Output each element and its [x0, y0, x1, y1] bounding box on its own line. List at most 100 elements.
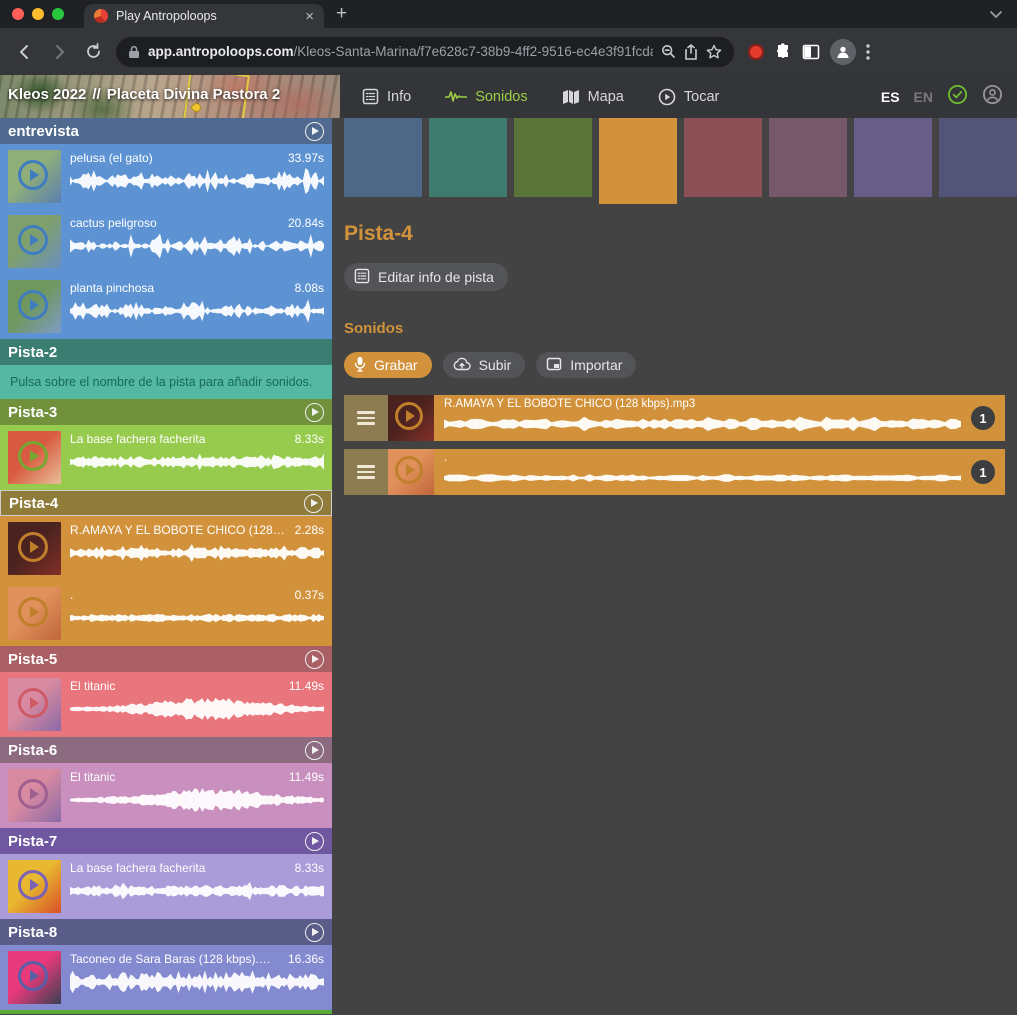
- track-header[interactable]: Pista-5: [0, 646, 332, 672]
- track-play-icon[interactable]: [305, 923, 324, 942]
- tab-close-icon[interactable]: ×: [305, 9, 314, 24]
- sync-check-icon[interactable]: [947, 84, 968, 110]
- track-play-icon[interactable]: [304, 494, 323, 513]
- track-play-icon[interactable]: [305, 122, 324, 141]
- share-icon[interactable]: [684, 44, 698, 60]
- track-sound-row[interactable]: .1: [344, 449, 1005, 495]
- play-sound-button[interactable]: [18, 290, 48, 320]
- sound-row[interactable]: El titanic11.49s: [0, 763, 332, 828]
- sidebar-scroll-indicator: [0, 1010, 332, 1014]
- back-button[interactable]: [8, 35, 42, 69]
- tab-search-chevron-icon[interactable]: [989, 7, 1003, 26]
- bookmark-star-icon[interactable]: [706, 44, 722, 60]
- track-sound-row[interactable]: R.AMAYA Y EL BOBOTE CHICO (128 kbps).mp3…: [344, 395, 1005, 441]
- sidebar-track-pista-3: Pista-3 La base fachera facherita8.33s: [0, 399, 332, 490]
- play-sound-button[interactable]: [18, 532, 48, 562]
- sound-row[interactable]: .0.37s: [0, 581, 332, 646]
- play-sound-button[interactable]: [18, 870, 48, 900]
- drag-handle[interactable]: [344, 449, 388, 495]
- track-header[interactable]: Pista-3: [0, 399, 332, 425]
- extensions-puzzle-icon[interactable]: [774, 43, 792, 61]
- reload-button[interactable]: [76, 35, 110, 69]
- nav-item-tocar[interactable]: Tocar: [658, 88, 719, 106]
- play-sound-button[interactable]: [18, 597, 48, 627]
- sound-row[interactable]: El titanic11.49s: [0, 672, 332, 737]
- track-header[interactable]: entrevista: [0, 118, 332, 144]
- url-bar[interactable]: app.antropoloops.com/Kleos-Santa-Marina/…: [116, 37, 734, 67]
- record-indicator-icon[interactable]: [748, 44, 764, 60]
- browser-tab[interactable]: Play Antropoloops ×: [84, 4, 324, 28]
- track-header[interactable]: Pista-2: [0, 339, 332, 365]
- track-swatch-8[interactable]: [939, 118, 1017, 197]
- play-sound-button[interactable]: [18, 779, 48, 809]
- sound-row[interactable]: Taconeo de Sara Baras (128 kbps).mp316.3…: [0, 945, 332, 1010]
- project-hero-image[interactable]: Kleos 2022//Placeta Divina Pastora 2: [0, 75, 340, 118]
- track-play-icon[interactable]: [305, 741, 324, 760]
- sidebar-track-pista-2: Pista-2Pulsa sobre el nombre de la pista…: [0, 339, 332, 399]
- sound-row[interactable]: La base fachera facherita8.33s: [0, 854, 332, 919]
- waveform: [70, 605, 324, 631]
- sound-row[interactable]: planta pinchosa8.08s: [0, 274, 332, 339]
- new-tab-button[interactable]: +: [336, 3, 347, 25]
- track-play-icon[interactable]: [305, 650, 324, 669]
- window-minimize-button[interactable]: [32, 8, 44, 20]
- track-header[interactable]: Pista-6: [0, 737, 332, 763]
- window-zoom-button[interactable]: [52, 8, 64, 20]
- play-sound-button[interactable]: [395, 456, 423, 484]
- window-close-button[interactable]: [12, 8, 24, 20]
- play-sound-button[interactable]: [18, 961, 48, 991]
- track-header[interactable]: Pista-8: [0, 919, 332, 945]
- lang-en-button[interactable]: EN: [914, 89, 933, 105]
- track-play-icon[interactable]: [305, 403, 324, 422]
- waveform: [70, 878, 324, 904]
- sound-row[interactable]: pelusa (el gato)33.97s: [0, 144, 332, 209]
- breadcrumb: Kleos 2022//Placeta Divina Pastora 2: [8, 86, 280, 103]
- sound-name: La base fachera facherita: [70, 432, 287, 446]
- track-swatch-5[interactable]: [684, 118, 762, 197]
- edit-track-info-button[interactable]: Editar info de pista: [344, 263, 508, 291]
- track-header[interactable]: Pista-7: [0, 828, 332, 854]
- track-swatch-4[interactable]: [599, 118, 677, 204]
- import-button-label: Importar: [570, 357, 622, 373]
- account-icon[interactable]: [982, 84, 1003, 110]
- edit-button-label: Editar info de pista: [378, 269, 494, 285]
- track-header[interactable]: Pista-4: [0, 490, 332, 516]
- play-sound-button[interactable]: [18, 441, 48, 471]
- track-swatch-6[interactable]: [769, 118, 847, 197]
- lock-icon[interactable]: [128, 45, 140, 59]
- sound-row-line: planta pinchosa8.08s: [70, 281, 324, 295]
- zoom-page-icon[interactable]: [661, 44, 676, 59]
- sound-row[interactable]: cactus peligroso20.84s: [0, 209, 332, 274]
- sound-thumbnail: [8, 951, 61, 1004]
- play-sound-button[interactable]: [395, 402, 423, 430]
- sound-row[interactable]: R.AMAYA Y EL BOBOTE CHICO (128 kbps).mp3…: [0, 516, 332, 581]
- play-sound-button[interactable]: [18, 225, 48, 255]
- nav-item-mapa[interactable]: Mapa: [562, 89, 624, 105]
- profile-avatar[interactable]: [830, 39, 856, 65]
- sound-row-line: El titanic11.49s: [70, 770, 324, 784]
- play-sound-button[interactable]: [18, 160, 48, 190]
- nav-item-info[interactable]: Info: [362, 88, 411, 105]
- import-button[interactable]: Importar: [536, 352, 636, 378]
- sound-row-line: La base fachera facherita8.33s: [70, 432, 324, 446]
- play-sound-button[interactable]: [18, 688, 48, 718]
- upload-button[interactable]: Subir: [443, 352, 526, 378]
- menu-kebab-icon[interactable]: [866, 44, 870, 60]
- favicon-icon: [94, 9, 108, 23]
- lang-es-button[interactable]: ES: [881, 89, 900, 105]
- sound-row[interactable]: La base fachera facherita8.33s: [0, 425, 332, 490]
- record-button[interactable]: Grabar: [344, 352, 432, 378]
- drag-handle[interactable]: [344, 395, 388, 441]
- track-swatch-3[interactable]: [514, 118, 592, 197]
- sound-name: El titanic: [70, 679, 281, 693]
- track-play-icon[interactable]: [305, 832, 324, 851]
- sounds-section-label: Sonidos: [344, 320, 1017, 337]
- track-swatch-1[interactable]: [344, 118, 422, 197]
- forward-button[interactable]: [42, 35, 76, 69]
- track-swatch-7[interactable]: [854, 118, 932, 197]
- track-swatch-2[interactable]: [429, 118, 507, 197]
- sidebar-track-pista-8: Pista-8Taconeo de Sara Baras (128 kbps).…: [0, 919, 332, 1010]
- side-panel-icon[interactable]: [802, 43, 820, 61]
- nav-item-sonidos[interactable]: Sonidos: [445, 89, 527, 105]
- tab-title: Play Antropoloops: [116, 9, 297, 23]
